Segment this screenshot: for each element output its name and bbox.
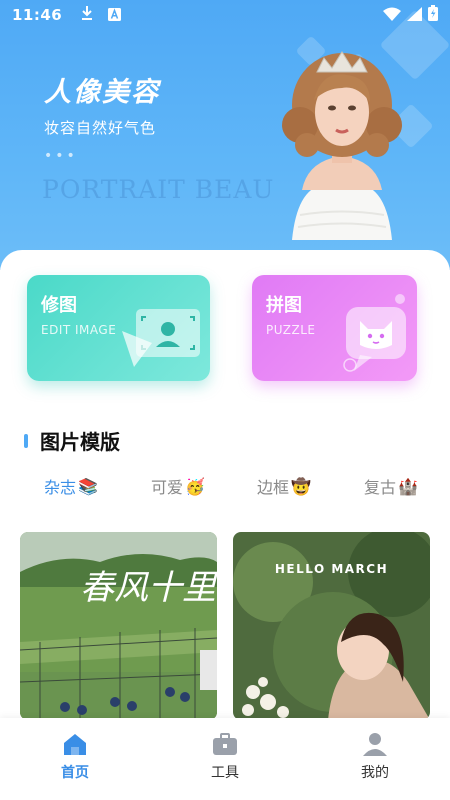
tab-label: 复古 xyxy=(364,478,397,497)
status-time: 11:46 xyxy=(12,6,63,24)
template-caption: 春风十里 xyxy=(80,568,216,608)
banner-dots: ••• xyxy=(44,148,78,164)
books-icon: 📚 xyxy=(78,476,98,496)
tab-magazine[interactable]: 杂志 📚 xyxy=(44,474,98,498)
edit-image-subtitle: EDIT IMAGE xyxy=(41,323,117,337)
profile-icon xyxy=(363,733,387,756)
wifi-icon xyxy=(383,6,401,25)
home-icon xyxy=(64,734,86,755)
party-face-icon: 🥳 xyxy=(185,476,205,496)
cowboy-face-icon: 🤠 xyxy=(291,476,311,496)
edit-image-title: 修图 xyxy=(41,295,77,316)
section-title: 图片模版 xyxy=(40,430,120,454)
nav-label: 我的 xyxy=(361,765,389,781)
a-badge-icon xyxy=(108,6,122,25)
template-caption: HELLO MARCH xyxy=(274,562,389,576)
nav-label: 首页 xyxy=(61,765,89,781)
puzzle-card[interactable]: 拼图 PUZZLE xyxy=(252,275,417,381)
nav-home[interactable]: 首页 xyxy=(35,732,115,782)
toolbox-icon xyxy=(213,733,237,755)
status-bar: 11:46 xyxy=(0,0,450,30)
signal-icon xyxy=(407,6,422,25)
tab-label: 杂志 xyxy=(44,478,77,497)
section-accent-bar xyxy=(24,433,28,448)
portrait-photo xyxy=(233,532,430,720)
download-icon xyxy=(80,5,94,25)
edit-image-card[interactable]: 修图 EDIT IMAGE xyxy=(27,275,210,381)
template-card[interactable]: 春风十里 xyxy=(20,532,217,720)
header-banner[interactable]: 11:46 人像美容 妆容自然好气色 ••• PORTRAIT BEAU xyxy=(0,0,450,270)
tab-retro[interactable]: 复古 🏰 xyxy=(364,474,418,498)
template-card[interactable]: HELLO MARCH xyxy=(233,532,430,720)
tab-label: 可爱 xyxy=(151,478,184,497)
bottom-nav: 首页 工具 我的 xyxy=(0,718,450,800)
puzzle-title: 拼图 xyxy=(266,295,302,316)
battery-icon xyxy=(428,5,438,25)
nav-profile[interactable]: 我的 xyxy=(335,732,415,782)
nav-tools[interactable]: 工具 xyxy=(185,732,265,782)
castle-icon: 🏰 xyxy=(398,476,418,496)
banner-title: 人像美容 xyxy=(44,77,160,108)
banner-subtitle: 妆容自然好气色 xyxy=(44,119,157,137)
puzzle-subtitle: PUZZLE xyxy=(266,323,316,337)
portrait-frame-icon xyxy=(122,309,200,367)
tab-label: 边框 xyxy=(257,478,290,497)
portrait-image xyxy=(282,51,402,240)
tab-cute[interactable]: 可爱 🥳 xyxy=(151,474,205,498)
tab-frame[interactable]: 边框 🤠 xyxy=(257,474,311,498)
banner-watermark: PORTRAIT BEAU xyxy=(42,175,275,204)
template-tabs: 杂志 📚 可爱 🥳 边框 🤠 复古 🏰 xyxy=(0,474,450,502)
template-section-header: 图片模版 xyxy=(24,426,120,455)
nav-label: 工具 xyxy=(211,765,239,781)
cat-face-icon xyxy=(343,294,406,372)
